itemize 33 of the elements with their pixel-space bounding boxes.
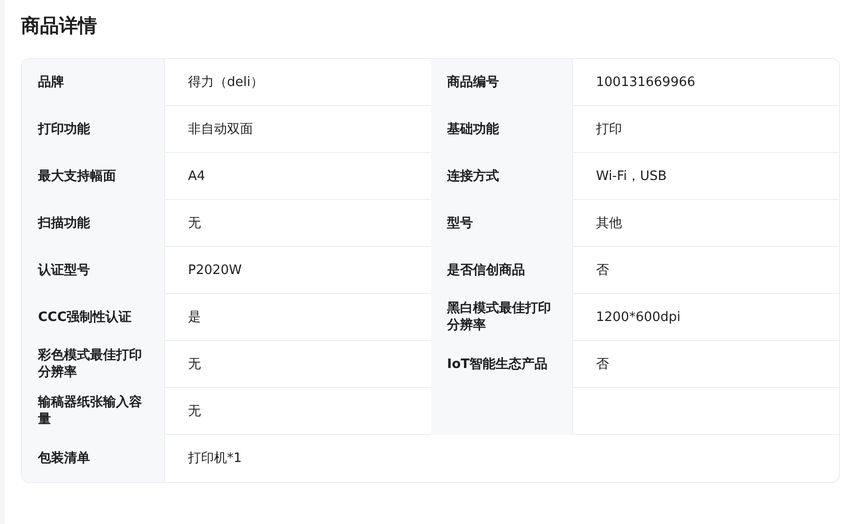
spec-label: 认证型号 — [38, 262, 90, 278]
spec-value: 得力（deli） — [188, 74, 264, 90]
spec-label: 品牌 — [38, 74, 64, 90]
spec-value: 是 — [188, 308, 201, 326]
spec-label: 黑白模式最佳打印分辨率 — [447, 300, 552, 334]
spec-label: 包装清单 — [38, 450, 90, 467]
spec-value: 无 — [188, 402, 201, 420]
spec-label: 基础功能 — [447, 120, 499, 138]
spec-value: A4 — [188, 168, 206, 184]
spec-value: Wi-Fi，USB — [596, 168, 667, 184]
spec-value: 非自动双面 — [188, 120, 253, 138]
spec-value: 打印 — [596, 120, 622, 138]
spec-value: 否 — [596, 262, 609, 278]
spec-label: CCC强制性认证 — [38, 308, 132, 326]
spec-value: 无 — [188, 214, 201, 232]
spec-value: 无 — [188, 356, 201, 372]
spec-label: 输稿器纸张输入容量 — [38, 394, 143, 428]
spec-label: 是否信创商品 — [447, 262, 525, 278]
spec-label: IoT智能生态产品 — [447, 356, 548, 372]
spec-value: P2020W — [188, 262, 242, 278]
spec-label: 连接方式 — [447, 168, 499, 184]
section-title: 商品详情 — [21, 14, 97, 39]
spec-value: 否 — [596, 356, 609, 372]
spec-label: 商品编号 — [447, 74, 499, 90]
spec-value: 1200*600dpi — [596, 308, 681, 326]
spec-value: 打印机*1 — [188, 450, 242, 467]
spec-label: 扫描功能 — [38, 214, 90, 232]
spec-label: 打印功能 — [38, 120, 90, 138]
spec-label: 最大支持幅面 — [38, 168, 116, 184]
spec-value: 其他 — [596, 214, 622, 232]
spec-label: 彩色模式最佳打印分辨率 — [38, 347, 143, 381]
spec-label: 型号 — [447, 214, 473, 232]
spec-value: 100131669966 — [596, 74, 696, 90]
